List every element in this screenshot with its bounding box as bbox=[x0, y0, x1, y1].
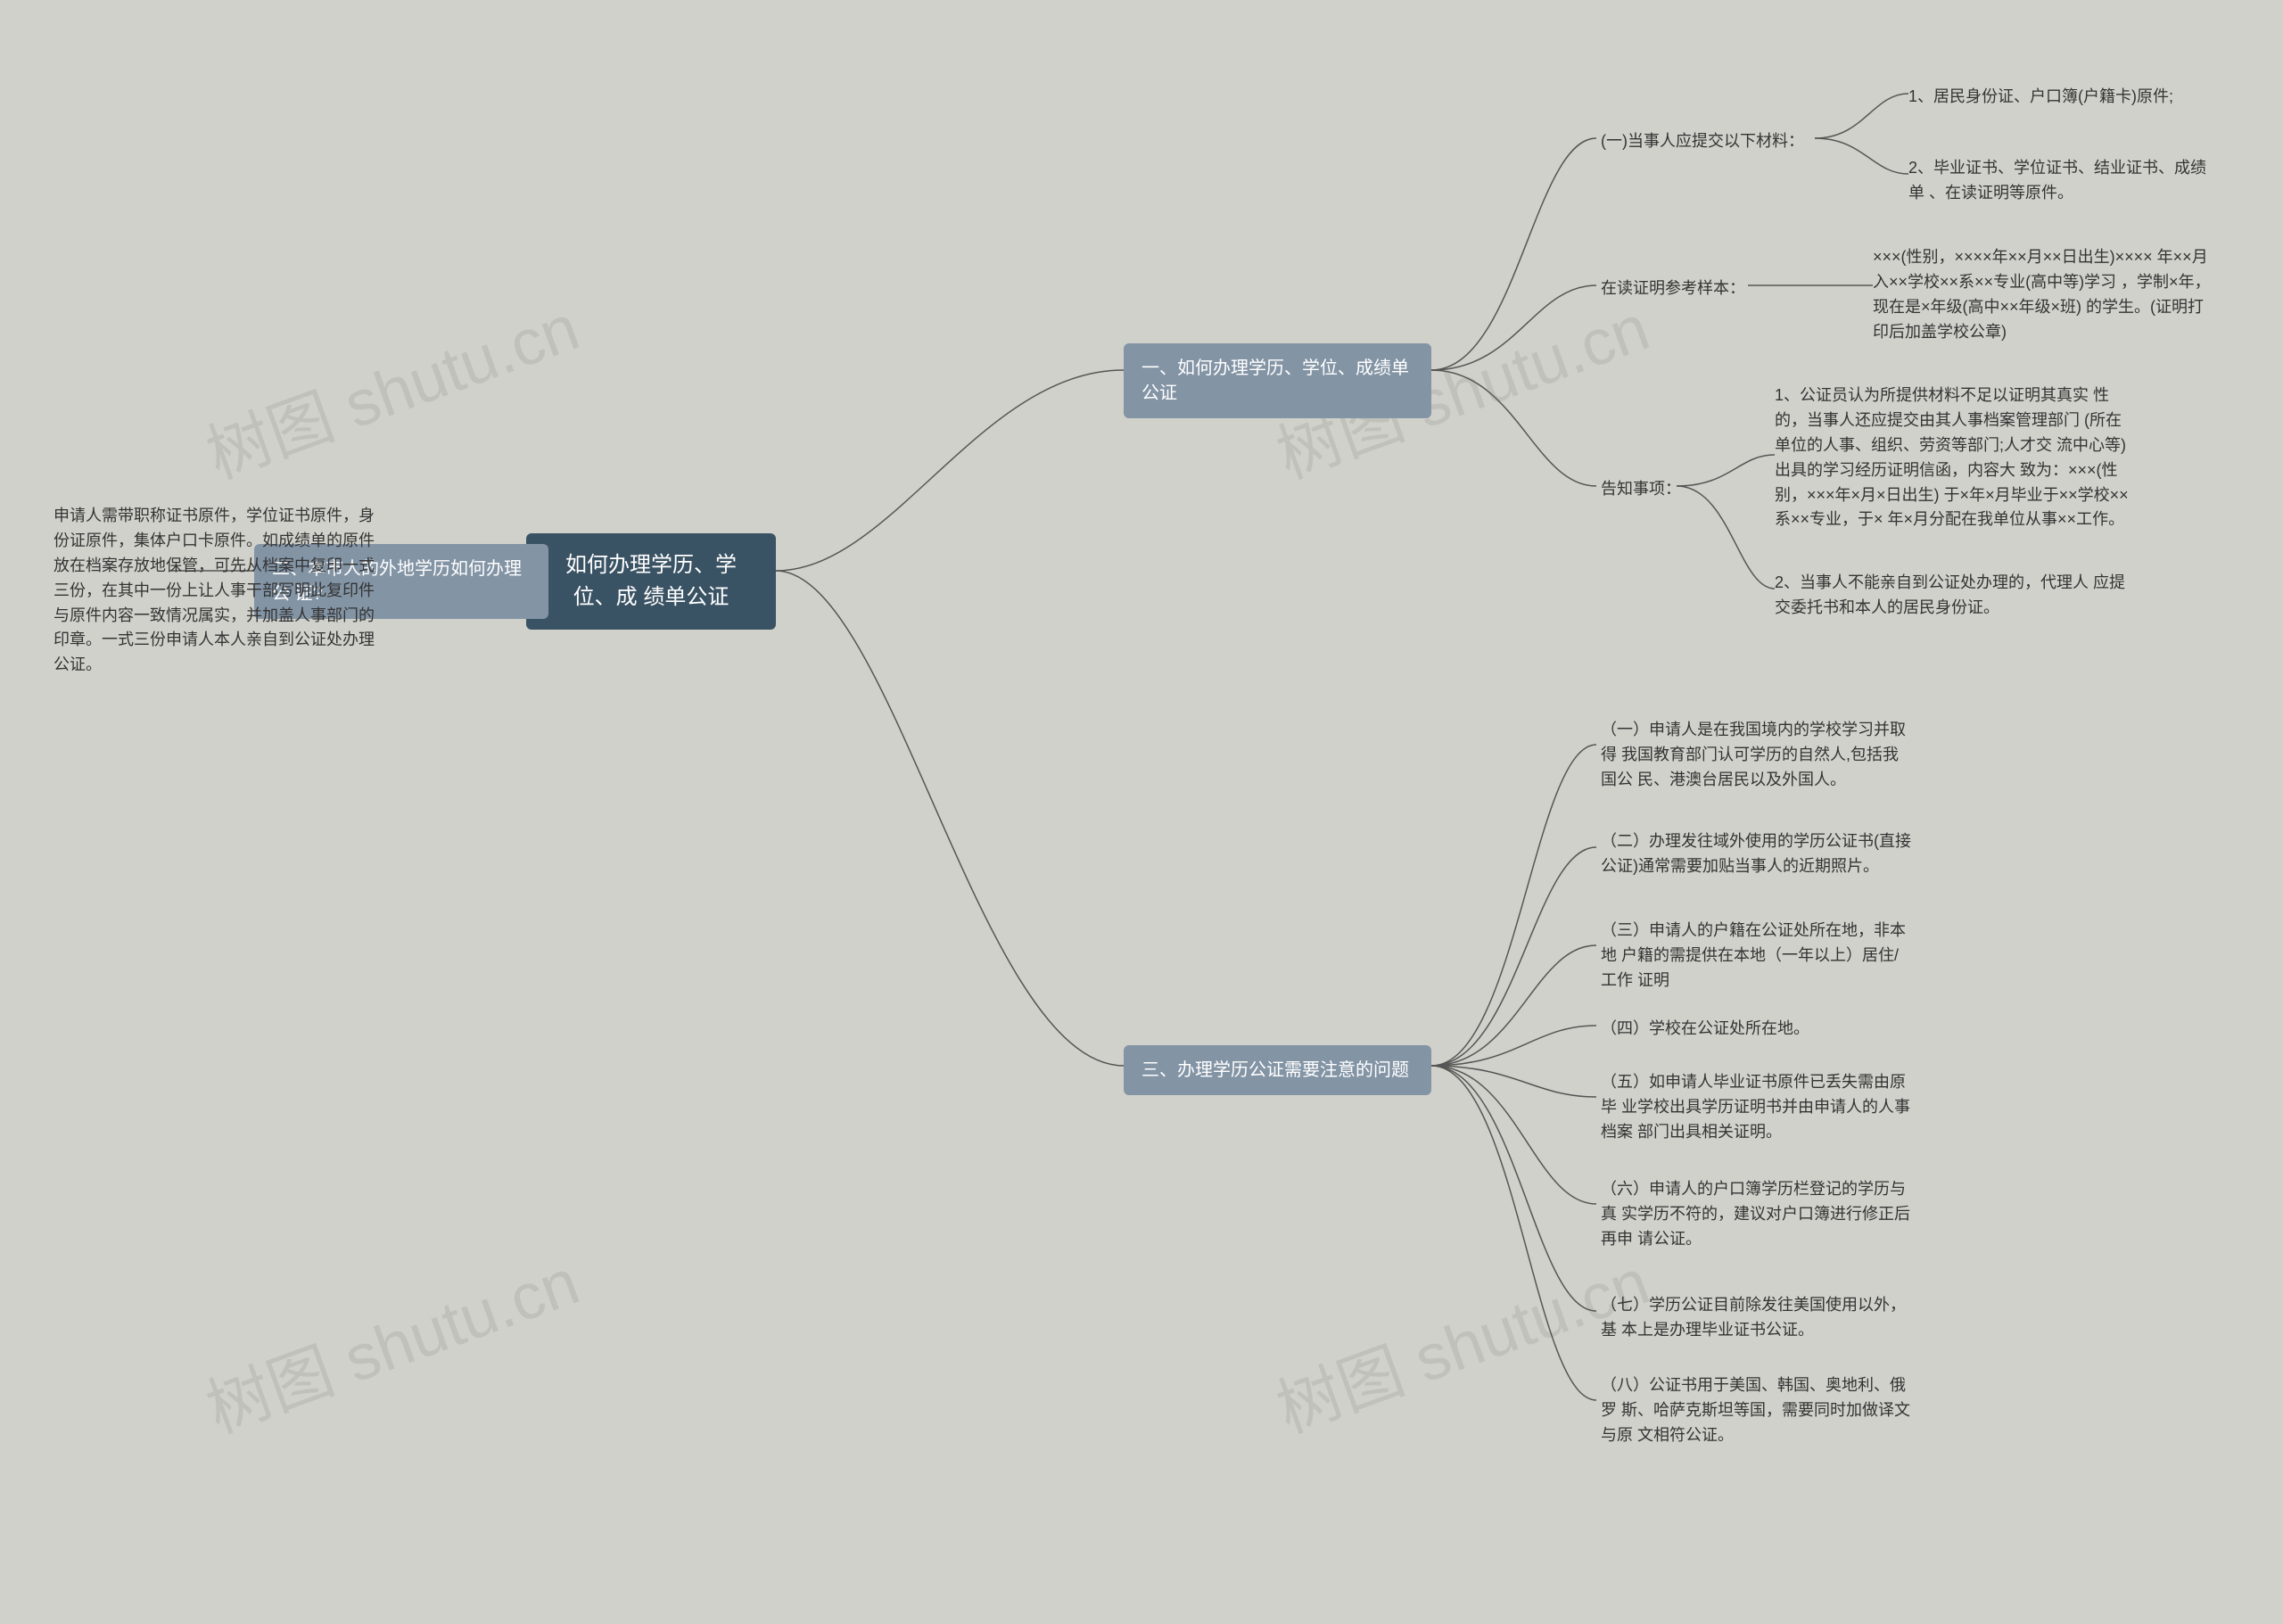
b1-c3-l2: 2、当事人不能亲自到公证处办理的，代理人 应提交委托书和本人的居民身份证。 bbox=[1775, 571, 2131, 621]
b3-l7: （七）学历公证目前除发往美国使用以外，基 本上是办理毕业证书公证。 bbox=[1601, 1293, 1913, 1343]
b3-l5: （五）如申请人毕业证书原件已丢失需由原毕 业学校出具学历证明书并由申请人的人事档… bbox=[1601, 1070, 1913, 1145]
b1-c2-label: 在读证明参考样本： bbox=[1601, 276, 1745, 301]
b3-l4: （四）学校在公证处所在地。 bbox=[1601, 1017, 1809, 1042]
root-title: 如何办理学历、学位、成 绩单公证 bbox=[565, 553, 737, 609]
b1-c1-l1: 1、居民身份证、户口簿(户籍卡)原件; bbox=[1908, 85, 2173, 110]
b1-c3-label: 告知事项： bbox=[1601, 477, 1681, 502]
connectors bbox=[0, 0, 2283, 1624]
b3-l8: （八）公证书用于美国、韩国、奥地利、俄罗 斯、哈萨克斯坦等国，需要同时加做译文与… bbox=[1601, 1373, 1913, 1448]
b1-c3-l1: 1、公证员认为所提供材料不足以证明其真实 性的，当事人还应提交由其人事档案管理部… bbox=[1775, 383, 2131, 532]
branch-3-title: 三、办理学历公证需要注意的问题 bbox=[1142, 1060, 1409, 1080]
b1-c1-label: (一)当事人应提交以下材料： bbox=[1601, 129, 1804, 154]
b1-c2-leaf: ×××(性别，××××年××月××日出生)×××× 年××月入××学校××系××… bbox=[1873, 245, 2212, 345]
branch-1-title: 一、如何办理学历、学位、成绩单 公证 bbox=[1142, 359, 1409, 403]
branch-node-3[interactable]: 三、办理学历公证需要注意的问题 bbox=[1124, 1045, 1431, 1095]
watermark: 树图 shutu.cn bbox=[192, 1230, 589, 1451]
watermark: 树图 shutu.cn bbox=[192, 276, 589, 497]
b3-l6: （六）申请人的户口簿学历栏登记的学历与真 实学历不符的，建议对户口簿进行修正后再… bbox=[1601, 1177, 1913, 1252]
b2-leaf: 申请人需带职称证书原件，学位证书原件，身 份证原件，集体户口卡原件。如成绩单的原… bbox=[54, 504, 392, 678]
branch-node-1[interactable]: 一、如何办理学历、学位、成绩单 公证 bbox=[1124, 343, 1431, 418]
root-node[interactable]: 如何办理学历、学位、成 绩单公证 bbox=[526, 533, 776, 630]
b3-l2: （二）办理发往域外使用的学历公证书(直接 公证)通常需要加贴当事人的近期照片。 bbox=[1601, 829, 1913, 879]
b3-l1: （一）申请人是在我国境内的学校学习并取得 我国教育部门认可学历的自然人,包括我国… bbox=[1601, 718, 1913, 793]
b1-c1-l2: 2、毕业证书、学位证书、结业证书、成绩单 、在读证明等原件。 bbox=[1908, 156, 2221, 206]
b3-l3: （三）申请人的户籍在公证处所在地，非本地 户籍的需提供在本地（一年以上）居住/工… bbox=[1601, 919, 1913, 993]
